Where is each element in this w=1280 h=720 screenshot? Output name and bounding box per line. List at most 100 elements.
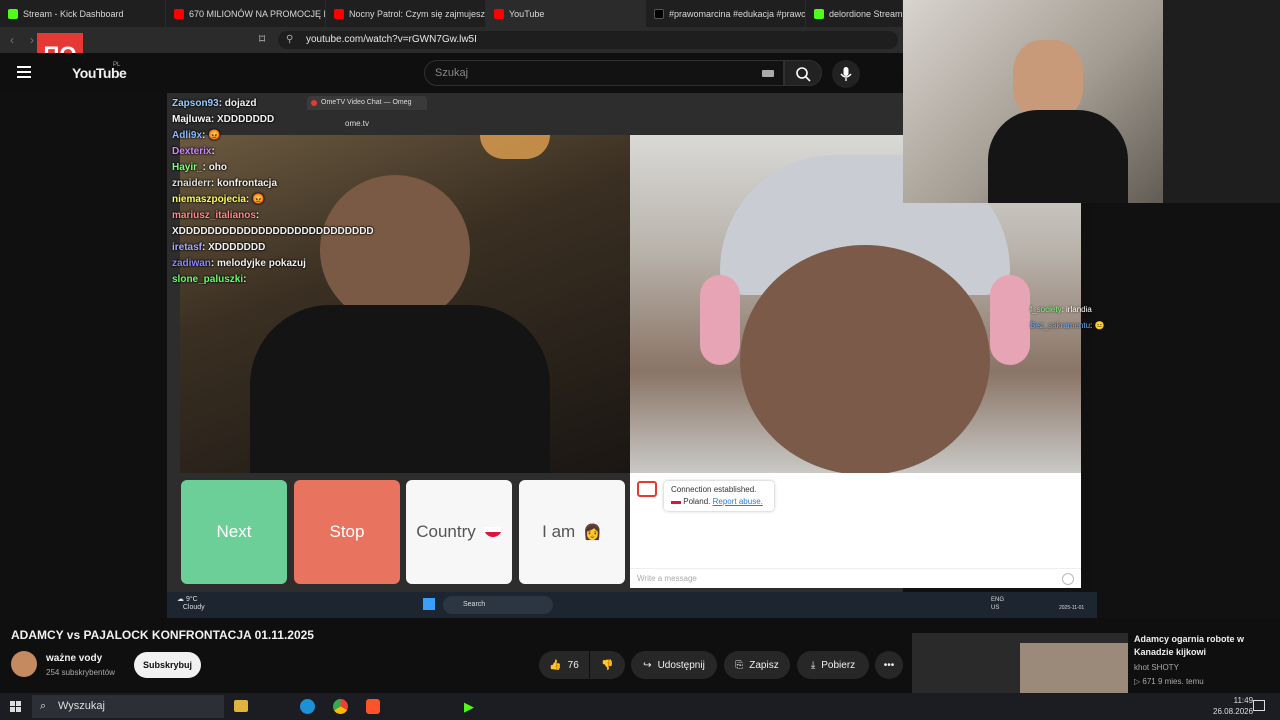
browser-tab-bar: Stream - Kick Dashboard 670 MILIONÓW NA … xyxy=(0,0,903,27)
search-icon xyxy=(796,67,811,82)
lamp xyxy=(480,135,550,159)
message-input[interactable]: Write a message xyxy=(630,568,1081,588)
forward-icon[interactable]: › xyxy=(30,33,34,47)
poland-flag-icon xyxy=(671,498,681,504)
channel-name[interactable]: ważne vody xyxy=(46,653,102,664)
recommended-title[interactable]: Adamcy ogarnia robote w Kanadzie kijkowi xyxy=(1134,633,1274,659)
emoji-icon[interactable] xyxy=(1062,573,1074,585)
next-button[interactable]: Next xyxy=(181,480,287,584)
streamer-face xyxy=(1013,40,1083,120)
recommended-meta: ▷ 671 9 mies. temu xyxy=(1134,677,1204,686)
browser-tab[interactable]: delordione Stream xyxy=(806,0,903,27)
chat-message: XDDDDDDDDDDDDDDDDDDDDDDDDDDD xyxy=(172,226,374,237)
poland-flag-icon xyxy=(483,527,502,537)
kick-icon xyxy=(814,8,824,19)
bookmark-icon[interactable]: ⌑ xyxy=(259,32,265,46)
chat-message: znaiderr: konfrontacja xyxy=(172,178,278,189)
headphone-left xyxy=(700,275,740,365)
report-abuse-link[interactable]: Report abuse. xyxy=(713,497,763,506)
file-explorer-icon[interactable] xyxy=(234,700,248,712)
share-icon: ↪ xyxy=(643,659,652,671)
browser-tab[interactable]: Stream - Kick Dashboard xyxy=(0,0,166,27)
site-info-icon[interactable]: ⚲ xyxy=(286,31,293,49)
weather-widget: ☁ 9°C Cloudy xyxy=(177,596,205,611)
ometv-logo-icon xyxy=(637,481,657,497)
url-field[interactable]: ⚲ youtube.com/watch?v=rGWN7Gw.lw5I xyxy=(278,31,898,49)
search-button[interactable] xyxy=(784,60,822,86)
gender-button[interactable]: I am 👩 xyxy=(519,480,625,584)
ometv-chat-panel: Connection established. Poland. Report a… xyxy=(630,473,1081,588)
youtube-header: YouTube PL Szukaj xyxy=(0,53,903,93)
windows-start-icon[interactable] xyxy=(423,598,435,610)
keyboard-icon[interactable] xyxy=(762,70,774,77)
microphone-icon xyxy=(840,67,852,81)
windows-taskbar: ⌕ Wyszukaj ▶ 11:49 26.08.2026 xyxy=(0,693,1280,720)
recommended-thumbnail[interactable] xyxy=(912,633,1128,693)
chat-message: Dexterix: xyxy=(172,146,215,157)
chat-message: zadiwan: melodyjke pokazuj xyxy=(172,258,306,269)
thumbnail-person xyxy=(1020,643,1128,693)
taskbar-search[interactable]: ⌕ Wyszukaj xyxy=(32,695,224,718)
chat-message: Majluwa: XDDDDDDD xyxy=(172,114,275,125)
back-icon[interactable]: ‹ xyxy=(10,33,14,47)
streamer-shirt xyxy=(988,110,1128,203)
chrome-icon[interactable] xyxy=(333,699,348,714)
captured-taskbar: ☁ 9°C Cloudy Search ENG US 2025-11-01 xyxy=(167,592,1097,618)
download-button[interactable]: ⤓ Pobierz xyxy=(797,651,869,679)
more-icon: ••• xyxy=(883,659,895,671)
chat-message: niemaszpojecia: 😡 xyxy=(172,194,265,205)
subscribe-button[interactable]: Subskrybuj xyxy=(134,652,201,678)
captured-search-box[interactable]: Search xyxy=(443,596,553,614)
region-code: PL xyxy=(113,62,121,68)
stream-chat-overlay: Zapson93: dojazd Majluwa: XDDDDDDD Adli9… xyxy=(172,96,432,288)
tiktok-icon xyxy=(654,8,664,19)
browser-tab-active[interactable]: YouTube xyxy=(486,0,646,27)
stop-button[interactable]: Stop xyxy=(294,480,400,584)
menu-icon[interactable] xyxy=(17,66,31,78)
thumbs-down-icon: 👎 xyxy=(601,659,614,671)
person-emoji-icon: 👩 xyxy=(583,524,602,541)
kick-icon xyxy=(8,8,18,19)
browser-tab[interactable]: Nocny Patrol: Czym się zajmujesz i xyxy=(326,0,486,27)
youtube-icon xyxy=(174,8,184,19)
video-title: ADAMCY vs PAJALOCK KONFRONTACJA 01.11.20… xyxy=(11,628,314,642)
youtube-icon xyxy=(334,8,344,19)
chat-message: slone_paluszki: xyxy=(172,274,247,285)
search-icon: ⌕ xyxy=(40,700,47,712)
chat-message: Adli9x: 😡 xyxy=(172,130,221,141)
side-panel xyxy=(1094,203,1280,618)
captured-date: 2025-11-01 xyxy=(1059,605,1085,611)
channel-avatar[interactable] xyxy=(11,651,37,677)
subscriber-count: 254 subskrybentów xyxy=(46,668,115,677)
kick-icon[interactable]: ▶ xyxy=(464,699,474,715)
system-clock[interactable]: 11:49 26.08.2026 xyxy=(1213,695,1253,717)
brave-icon[interactable] xyxy=(366,699,380,714)
address-bar-row: ‹ › ⌑ ⚲ youtube.com/watch?v=rGWN7Gw.lw5I xyxy=(0,27,903,53)
headphone-right xyxy=(990,275,1030,365)
streamer-facecam xyxy=(903,0,1280,203)
country-button[interactable]: Country xyxy=(406,480,512,584)
voice-search-button[interactable] xyxy=(832,60,860,88)
chat-message: Zapson93: dojazd xyxy=(172,98,257,109)
person-torso xyxy=(250,305,550,473)
recommended-channel: khot SHOTY xyxy=(1134,663,1179,672)
thumbs-up-icon: 👍 xyxy=(549,659,562,671)
like-button[interactable]: 👍 76 xyxy=(539,651,589,679)
notifications-icon[interactable] xyxy=(1253,700,1265,711)
save-button[interactable]: ⎘ Zapisz xyxy=(724,651,790,679)
search-input[interactable]: Szukaj xyxy=(424,60,784,86)
windows-start-button[interactable] xyxy=(10,701,21,712)
dislike-button[interactable]: 👎 xyxy=(590,651,625,679)
person-face xyxy=(740,245,990,473)
download-icon: ⤓ xyxy=(810,659,816,671)
more-actions-button[interactable]: ••• xyxy=(875,651,903,679)
browser-tab[interactable]: #prawomarcina #edukacja #prawo xyxy=(646,0,806,27)
language-indicator: ENG US xyxy=(991,597,1005,611)
chat-message: iretasf: XDDDDDDD xyxy=(172,242,266,253)
side-chat: f_society: irlandia Bez_sakramentu: 😐 xyxy=(1030,305,1105,330)
share-button[interactable]: ↪ Udostępnij xyxy=(631,651,717,679)
browser-tab[interactable]: 670 MILIONÓW NA PROMOCJĘ PO xyxy=(166,0,326,27)
youtube-icon xyxy=(494,8,504,19)
edge-icon[interactable] xyxy=(300,699,315,714)
chat-message: Hayir_: oho xyxy=(172,162,228,173)
